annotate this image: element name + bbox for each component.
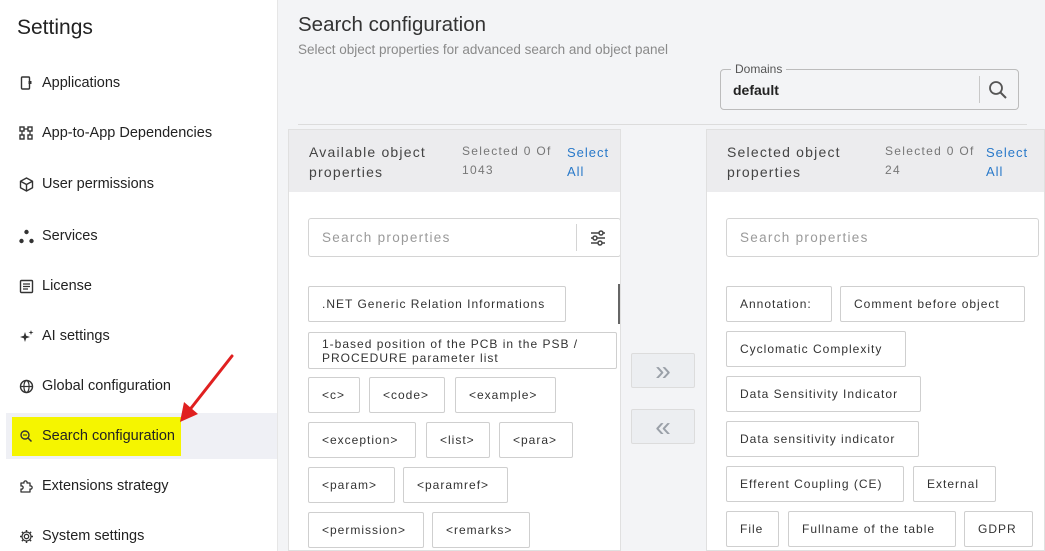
- cube-icon: [18, 176, 34, 192]
- selected-selected-count: Selected 0 Of 24: [885, 144, 975, 177]
- property-chip[interactable]: Data Sensitivity Indicator: [726, 376, 921, 412]
- sidebar-item-label: App-to-App Dependencies: [42, 125, 213, 141]
- filter-separator: [576, 224, 577, 251]
- sparkle-icon: [18, 328, 34, 344]
- property-chip[interactable]: <list>: [426, 422, 490, 458]
- sidebar-item-search-configuration[interactable]: Search configuration: [6, 413, 277, 459]
- sidebar-item-ai-settings[interactable]: AI settings: [6, 313, 277, 359]
- available-search-input[interactable]: [309, 219, 574, 256]
- search-config-icon: [18, 428, 34, 444]
- property-chip[interactable]: <code>: [369, 377, 445, 413]
- available-panel-header: Available object properties Selected 0 O…: [289, 130, 620, 192]
- divider: [298, 124, 1027, 125]
- property-chip[interactable]: Annotation:: [726, 286, 832, 322]
- property-chip[interactable]: Fullname of the table: [788, 511, 956, 547]
- selected-properties-panel: Selected object properties Selected 0 Of…: [706, 129, 1045, 551]
- property-chip[interactable]: <c>: [308, 377, 360, 413]
- highlight-marker: Search configuration: [12, 416, 181, 456]
- sidebar-item-system-settings[interactable]: System settings: [6, 513, 277, 551]
- sidebar-item-label: Search configuration: [42, 427, 175, 444]
- sidebar-item-label: Global configuration: [42, 378, 171, 394]
- sidebar-item-extensions-strategy[interactable]: Extensions strategy: [6, 463, 277, 509]
- sidebar-item-applications[interactable]: Applications: [6, 60, 277, 106]
- main-content: Search configuration Select object prope…: [278, 0, 1045, 551]
- sidebar-item-global-configuration[interactable]: Global configuration: [6, 363, 277, 409]
- sidebar-item-label: Applications: [42, 75, 121, 91]
- property-chip[interactable]: File: [726, 511, 779, 547]
- dependencies-icon: [18, 125, 34, 141]
- page-subtitle: Select object properties for advanced se…: [298, 42, 668, 57]
- domains-label: Domains: [731, 62, 787, 76]
- property-chip[interactable]: <exception>: [308, 422, 416, 458]
- domains-separator: [979, 76, 980, 103]
- sidebar-item-label: User permissions: [42, 176, 154, 192]
- selected-select-all-link[interactable]: Select All: [986, 143, 1036, 181]
- selected-panel-title: Selected object properties: [727, 144, 841, 180]
- property-chip[interactable]: <permission>: [308, 512, 424, 548]
- app-icon: [18, 75, 34, 91]
- sidebar-item-user-permissions[interactable]: User permissions: [6, 161, 277, 207]
- sidebar-item-label: Services: [42, 228, 98, 244]
- domains-select[interactable]: Domains default: [720, 62, 1019, 110]
- selected-search-box: [726, 218, 1039, 257]
- sidebar-item-label: License: [42, 278, 92, 294]
- property-chip[interactable]: <example>: [455, 377, 556, 413]
- sidebar-item-label: System settings: [42, 528, 145, 544]
- sidebar-item-label: Extensions strategy: [42, 478, 169, 494]
- sidebar-item-services[interactable]: Services: [6, 213, 277, 259]
- available-search-box: [308, 218, 620, 257]
- domains-value: default: [733, 82, 779, 98]
- scrollbar[interactable]: [618, 284, 620, 324]
- property-chip[interactable]: 1-based position of the PCB in the PSB /…: [308, 332, 617, 369]
- selected-search-input[interactable]: [727, 219, 1027, 256]
- available-properties-panel: Available object properties Selected 0 O…: [288, 129, 621, 551]
- sidebar-item-license[interactable]: License: [6, 263, 277, 309]
- property-chip[interactable]: GDPR: [964, 511, 1033, 547]
- puzzle-icon: [18, 478, 34, 494]
- page-title: Search configuration: [298, 13, 487, 36]
- property-chip[interactable]: <remarks>: [432, 512, 530, 548]
- sidebar: Settings Applications App-to-App Depende…: [0, 0, 278, 551]
- property-chip[interactable]: External: [913, 466, 996, 502]
- available-panel-title: Available object properties: [309, 144, 427, 180]
- property-chip[interactable]: <paramref>: [403, 467, 508, 503]
- available-selected-count: Selected 0 Of 1043: [462, 144, 552, 177]
- property-chip[interactable]: .NET Generic Relation Informations: [308, 286, 566, 322]
- sidebar-item-label: AI settings: [42, 328, 110, 344]
- gear-icon: [18, 528, 34, 544]
- property-chip[interactable]: Data sensitivity indicator: [726, 421, 919, 457]
- remove-selected-button[interactable]: «: [631, 409, 695, 444]
- search-icon[interactable]: [988, 80, 1008, 100]
- filter-sliders-icon[interactable]: [588, 228, 608, 248]
- globe-icon: [18, 378, 34, 394]
- license-icon: [18, 278, 34, 294]
- property-chip[interactable]: Efferent Coupling (CE): [726, 466, 904, 502]
- sidebar-item-app-to-app-dependencies[interactable]: App-to-App Dependencies: [6, 110, 277, 156]
- property-chip[interactable]: Cyclomatic Complexity: [726, 331, 906, 367]
- property-chip[interactable]: <para>: [499, 422, 573, 458]
- selected-panel-header: Selected object properties Selected 0 Of…: [707, 130, 1044, 192]
- available-select-all-link[interactable]: Select All: [567, 143, 617, 181]
- property-chip[interactable]: <param>: [308, 467, 395, 503]
- sidebar-title: Settings: [17, 16, 93, 39]
- add-selected-button[interactable]: »: [631, 353, 695, 388]
- property-chip[interactable]: Comment before object: [840, 286, 1025, 322]
- services-icon: [18, 228, 34, 244]
